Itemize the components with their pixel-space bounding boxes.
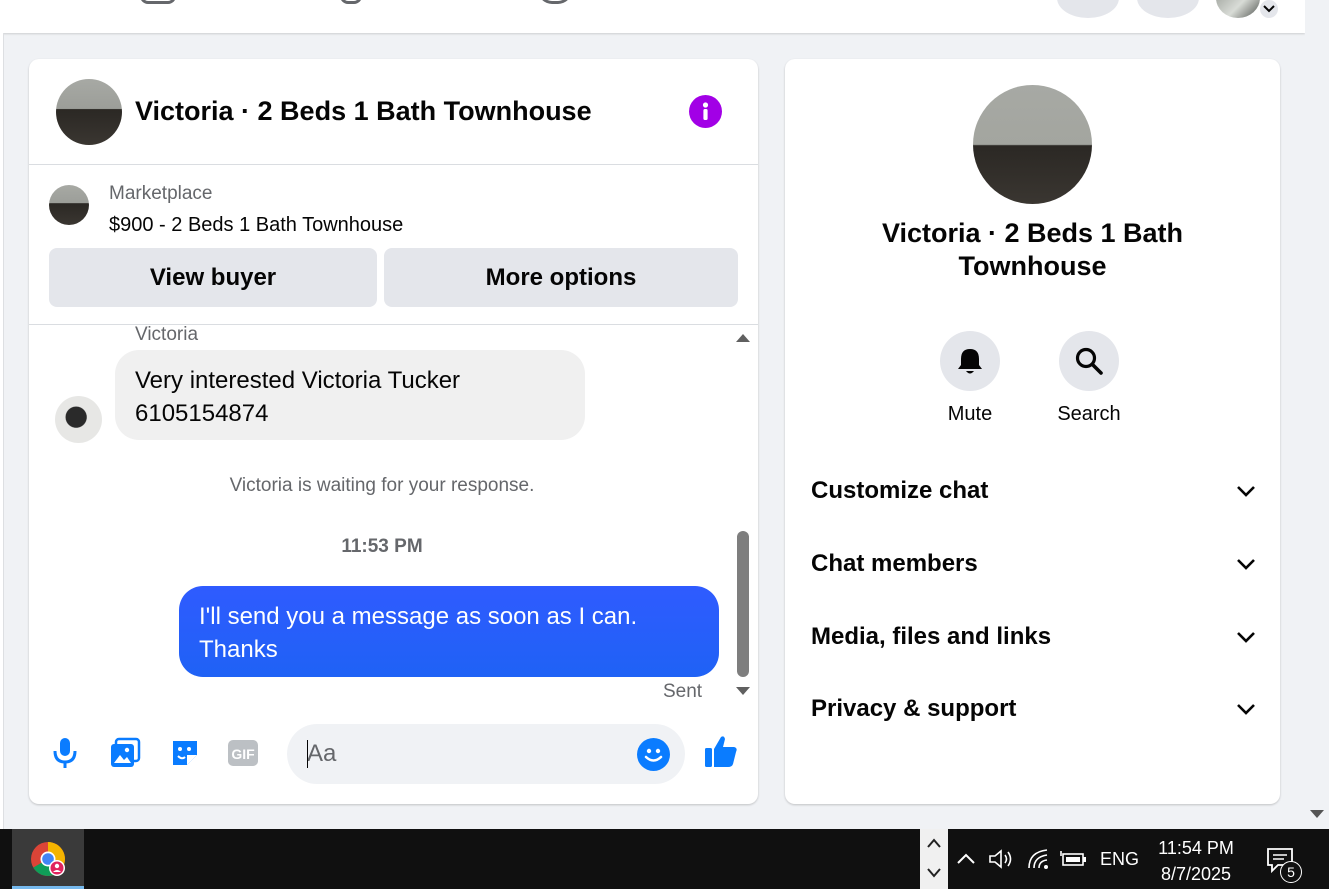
message-input-wrapper[interactable] <box>287 724 685 784</box>
sticker-icon[interactable] <box>167 735 203 771</box>
message-status: Sent <box>663 681 703 702</box>
menu-button[interactable] <box>1057 0 1119 18</box>
page-scrollbar[interactable] <box>1305 0 1329 829</box>
marketplace-listing-bar: Marketplace $900 - 2 Beds 1 Bath Townhou… <box>29 165 758 325</box>
system-clock[interactable]: 11:54 PM 8/7/2025 <box>1150 835 1242 887</box>
battery-icon[interactable] <box>1060 829 1088 889</box>
chat-header: Victoria · 2 Beds 1 Bath Townhouse <box>29 59 758 165</box>
chrome-icon <box>31 842 65 876</box>
mute-action[interactable]: Mute <box>910 331 1030 426</box>
section-label: Customize chat <box>811 477 989 504</box>
scroll-thumb[interactable] <box>737 531 749 677</box>
search-action[interactable]: Search <box>1029 331 1149 426</box>
listing-thumbnail[interactable] <box>49 185 89 225</box>
outgoing-message-bubble[interactable]: I'll send you a message as soon as I can… <box>179 586 719 677</box>
info-name: Victoria · 2 Beds 1 Bath Townhouse <box>881 218 1184 281</box>
marketplace-label: Marketplace <box>109 183 213 204</box>
section-label: Chat members <box>811 550 978 577</box>
section-chat-members[interactable]: Chat members <box>811 544 1256 584</box>
groups-nav-icon[interactable] <box>340 0 362 4</box>
messenger-button[interactable] <box>1137 0 1199 18</box>
hidden-icons-chevron-icon[interactable] <box>955 829 977 889</box>
chat-window: Victoria · 2 Beds 1 Bath Townhouse Marke… <box>29 59 758 804</box>
waiting-notice: Victoria is waiting for your response. <box>229 475 535 496</box>
message-scrollbar[interactable] <box>735 325 751 705</box>
search-label: Search <box>1057 403 1121 425</box>
info-avatar[interactable] <box>973 85 1092 204</box>
taskbar-scroll[interactable] <box>920 829 948 889</box>
info-icon[interactable] <box>689 95 722 128</box>
text-cursor <box>307 740 308 768</box>
top-navigation-bar <box>0 0 1305 33</box>
chrome-taskbar-button[interactable] <box>12 829 84 889</box>
section-privacy-support[interactable]: Privacy & support <box>811 689 1256 729</box>
thumbs-up-icon[interactable] <box>703 733 739 769</box>
message-timestamp: 11:53 PM <box>341 536 423 557</box>
chevron-down-icon <box>1237 486 1255 497</box>
gaming-nav-icon[interactable] <box>538 0 572 4</box>
view-buyer-button[interactable]: View buyer <box>49 248 377 307</box>
emoji-icon[interactable] <box>637 738 670 771</box>
section-customize-chat[interactable]: Customize chat <box>811 471 1256 511</box>
clock-time: 11:54 PM <box>1158 838 1234 858</box>
network-icon[interactable] <box>1027 829 1051 889</box>
windows-taskbar: ENG 11:54 PM 8/7/2025 5 <box>0 829 1329 889</box>
section-label: Media, files and links <box>811 623 1052 650</box>
mute-label: Mute <box>947 403 993 425</box>
account-chevron-icon[interactable] <box>1258 0 1280 20</box>
scroll-down-icon[interactable] <box>736 687 750 695</box>
account-avatar[interactable] <box>1216 0 1260 18</box>
taskbar-scroll-down-icon[interactable] <box>920 859 948 889</box>
chevron-down-icon <box>1237 559 1255 570</box>
left-edge <box>0 33 4 829</box>
section-media-files-links[interactable]: Media, files and links <box>811 617 1256 657</box>
message-input[interactable] <box>307 738 627 770</box>
microphone-icon[interactable] <box>47 735 83 771</box>
chevron-down-icon <box>1237 704 1255 715</box>
page-scroll-down-icon[interactable] <box>1310 810 1324 818</box>
bell-icon[interactable] <box>940 331 1000 391</box>
scroll-up-icon[interactable] <box>736 334 750 342</box>
message-list: Victoria Very interested Victoria Tucker… <box>29 324 758 705</box>
chat-title[interactable]: Victoria · 2 Beds 1 Bath Townhouse <box>135 96 592 127</box>
gif-icon[interactable]: GIF <box>225 735 261 771</box>
section-label: Privacy & support <box>811 695 1017 722</box>
chat-avatar[interactable] <box>56 79 122 145</box>
listing-title[interactable]: $900 - 2 Beds 1 Bath Townhouse <box>109 214 403 237</box>
language-indicator[interactable]: ENG <box>1100 829 1139 889</box>
more-options-button[interactable]: More options <box>384 248 738 307</box>
notification-count-badge: 5 <box>1280 861 1302 883</box>
volume-icon[interactable] <box>988 829 1014 889</box>
conversation-info-panel: Victoria · 2 Beds 1 Bath Townhouse Mute … <box>785 59 1280 804</box>
sender-avatar[interactable] <box>55 396 102 443</box>
search-icon[interactable] <box>1059 331 1119 391</box>
marketplace-nav-icon[interactable] <box>140 0 176 4</box>
taskbar-scroll-up-icon[interactable] <box>920 829 948 859</box>
clock-date: 8/7/2025 <box>1160 864 1232 884</box>
incoming-message-bubble[interactable]: Very interested Victoria Tucker 61051548… <box>115 350 585 440</box>
photo-icon[interactable] <box>107 735 143 771</box>
chevron-down-icon <box>1237 632 1255 643</box>
message-composer: GIF <box>29 719 758 789</box>
svg-text:GIF: GIF <box>231 746 255 762</box>
sender-name: Victoria <box>135 324 199 345</box>
